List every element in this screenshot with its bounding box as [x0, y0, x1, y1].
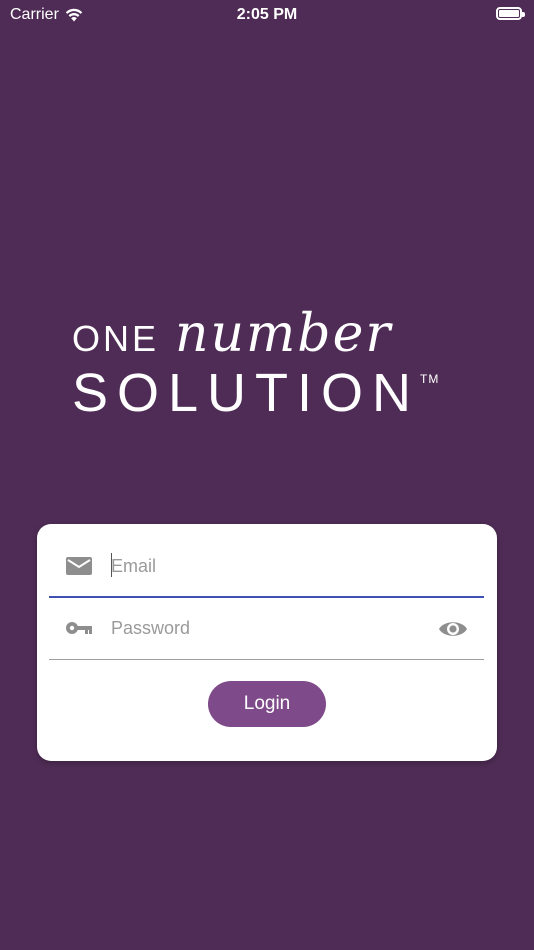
logo-word-solution: SOLUTION: [72, 363, 421, 423]
text-cursor: [111, 553, 112, 577]
status-time: 2:05 PM: [236, 6, 298, 23]
status-bar: Carrier 2:05 PM: [0, 0, 534, 30]
logo-word-number: number: [175, 304, 393, 364]
password-underline: [49, 659, 484, 660]
email-field-row: [49, 536, 484, 598]
eye-icon[interactable]: [438, 618, 468, 640]
trademark-mark: TM: [420, 372, 440, 386]
battery-level: [499, 10, 519, 17]
mail-icon: [66, 557, 92, 575]
email-field[interactable]: [111, 552, 421, 580]
password-field[interactable]: [111, 614, 421, 642]
login-button[interactable]: Login: [208, 681, 326, 727]
login-card: Login: [37, 524, 497, 761]
logo-line-one: ONE number: [72, 308, 472, 360]
logo-word-one: ONE: [72, 318, 160, 359]
key-icon: [66, 622, 92, 634]
battery-icon: [496, 7, 525, 20]
password-field-row: [49, 598, 484, 660]
logo-line-two: SOLUTION TM: [72, 366, 472, 420]
brand-logo: ONE number SOLUTION TM: [72, 308, 472, 420]
